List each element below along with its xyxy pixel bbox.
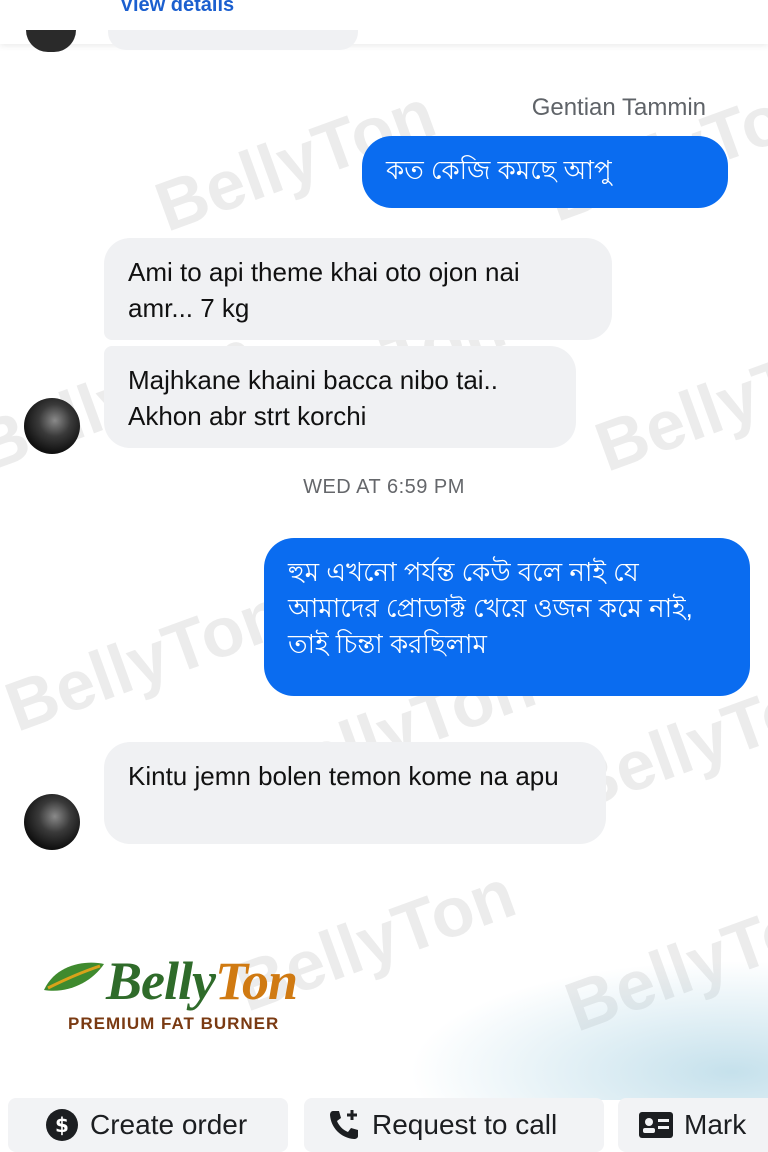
create-order-label: Create order — [90, 1109, 248, 1140]
brand-name-part2: Ton — [214, 951, 298, 1011]
avatar — [26, 30, 76, 52]
message-bubble-outgoing[interactable]: হুম এখনো পর্যন্ত কেউ বলে নাই যে আমাদের প… — [264, 538, 750, 696]
message-bubble-incoming[interactable]: Majhkane khaini bacca nibo tai.. Akhon a… — [104, 346, 576, 448]
message-bubble-outgoing[interactable]: কত কেজি কমছে আপু — [362, 136, 728, 208]
brand-name: BellyTon — [106, 950, 298, 1012]
message-bubble-incoming[interactable]: Ami to api theme khai oto ojon nai amr..… — [104, 238, 612, 340]
message-timestamp: WED AT 6:59 PM — [303, 476, 465, 498]
message-bubble-partial — [108, 30, 358, 50]
quick-actions-bar: $ Create order Request to call Mark — [0, 1098, 768, 1152]
view-details-link[interactable]: View details — [120, 0, 234, 17]
mark-button[interactable]: Mark — [618, 1098, 768, 1152]
brand-name-part1: Belly — [106, 951, 216, 1011]
leaf-icon — [44, 962, 104, 991]
avatar[interactable] — [24, 398, 80, 454]
brand-watermark: BellyTon — [0, 573, 295, 747]
message-bubble-incoming[interactable]: Kintu jemn bolen temon kome na apu — [104, 742, 606, 844]
id-card-icon — [638, 1107, 674, 1143]
brand-tagline: PREMIUM FAT BURNER — [68, 1014, 280, 1033]
svg-text:$: $ — [55, 1113, 69, 1137]
mark-label: Mark — [684, 1109, 747, 1140]
request-to-call-label: Request to call — [372, 1109, 558, 1140]
create-order-button[interactable]: $ Create order — [8, 1098, 288, 1152]
avatar[interactable] — [24, 794, 80, 850]
decorative-sparkle — [408, 960, 768, 1100]
brand-watermark: BellyTon — [585, 313, 768, 487]
sender-name: Gentian Tammin — [531, 94, 706, 121]
phone-plus-icon — [326, 1107, 362, 1143]
brand-logo: BellyTon PREMIUM FAT BURNER — [40, 950, 360, 1040]
request-to-call-button[interactable]: Request to call — [304, 1098, 604, 1152]
dollar-circle-icon: $ — [44, 1107, 80, 1143]
